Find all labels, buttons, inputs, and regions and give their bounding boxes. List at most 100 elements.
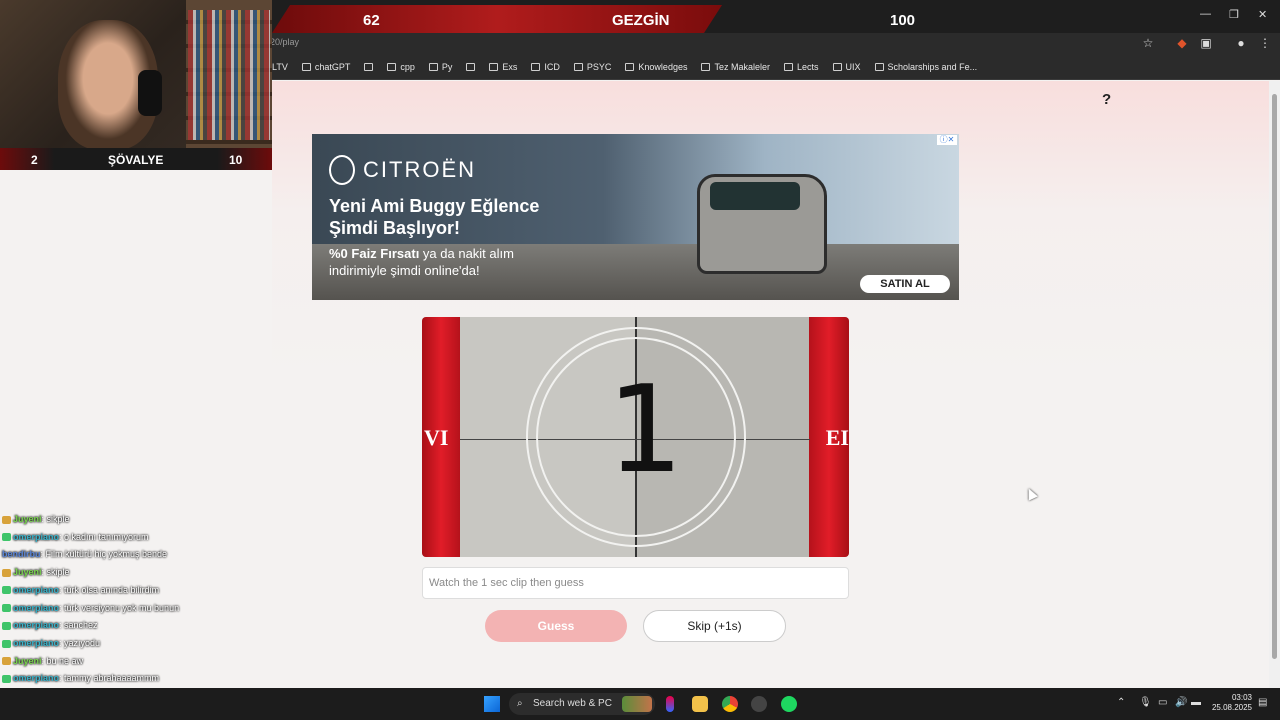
- bookmark-label: LTV: [272, 62, 288, 72]
- ad-headline: Yeni Ami Buggy Eğlence Şimdi Başlıyor!: [329, 196, 540, 238]
- video-clip[interactable]: VI EI 1: [422, 317, 849, 557]
- score-title: GEZGİN: [612, 12, 670, 29]
- extensions-puzzle-icon[interactable]: ▣: [1199, 36, 1213, 50]
- clip-text-right: EI: [825, 425, 849, 450]
- battery-icon[interactable]: ▬: [1191, 697, 1201, 708]
- network-icon[interactable]: ▭: [1158, 697, 1167, 708]
- score-right: 100: [890, 12, 916, 29]
- openai-icon: [301, 63, 311, 71]
- url-text[interactable]: 20/play: [270, 37, 299, 47]
- chat-username: omerpiano: [13, 673, 60, 684]
- skip-button[interactable]: Skip (+1s): [643, 610, 786, 642]
- ad-car-window: [710, 182, 800, 210]
- taskbar-clock[interactable]: 03:03 25.08.2025: [1210, 693, 1252, 713]
- folder-icon: [701, 63, 711, 71]
- copilot-icon: [387, 63, 397, 71]
- ad-subtext: %0 Faiz Fırsatı ya da nakit alım indirim…: [329, 245, 529, 279]
- chat-message: omerpiano: türk versiyonu yok mu bunun: [2, 600, 262, 618]
- chat-username: Juyeni: [13, 514, 42, 524]
- chat-message: omerpiano: tammy abrahaaaammm: [2, 670, 262, 688]
- folder-icon: [832, 63, 842, 71]
- chat-username: omerpiano: [13, 620, 60, 631]
- cam-score-right: 10: [229, 153, 243, 167]
- clock-time: 03:03: [1231, 693, 1252, 702]
- maximize-icon[interactable]: ❐: [1229, 8, 1239, 21]
- bookmark-item[interactable]: Py: [428, 62, 453, 72]
- chat-message: bendirbu: Film kültürü hiç yokmuş bende: [2, 546, 262, 564]
- bookmark-label: Scholarships and Fe...: [887, 62, 978, 72]
- bookmark-label: chatGPT: [314, 62, 351, 72]
- citroen-logo-icon: [329, 155, 355, 185]
- chat-badge-icon: [2, 568, 11, 577]
- minimize-icon[interactable]: —: [1200, 8, 1211, 20]
- chat-username: omerpiano: [13, 584, 60, 595]
- bookmark-item[interactable]: LTV: [272, 62, 288, 72]
- scrollbar-thumb[interactable]: [1272, 94, 1277, 659]
- spotify-icon[interactable]: [781, 696, 797, 712]
- bookmark-item[interactable]: PSYC: [573, 62, 611, 72]
- chat-text: : bu ne aw: [41, 655, 84, 666]
- tray-chevron-icon[interactable]: ⌃: [1117, 697, 1125, 708]
- cam-score-left: 2: [31, 153, 38, 167]
- taskbar-app-icon[interactable]: [666, 696, 674, 712]
- bookmark-item[interactable]: UIX: [832, 62, 861, 72]
- chat-message: omerpiano: yazıyodu: [2, 635, 262, 653]
- folder-icon: [573, 63, 583, 71]
- close-icon[interactable]: ✕: [1258, 8, 1267, 21]
- search-icon: ⌕: [517, 698, 523, 709]
- bookmark-label: cpp: [400, 62, 415, 72]
- chat-message: Juyeni: skiple: [2, 564, 262, 582]
- file-explorer-icon[interactable]: [692, 696, 708, 712]
- skull-icon: [466, 63, 476, 71]
- microphone-icon[interactable]: 🎙: [1139, 697, 1152, 708]
- bookmark-item[interactable]: [466, 63, 476, 71]
- countdown-number: 1: [607, 361, 684, 500]
- ad-cta-button[interactable]: SATIN AL: [860, 275, 950, 293]
- chat-username: omerpiano: [13, 602, 60, 613]
- chat-text: : yazıyodu: [59, 637, 101, 648]
- bookmark-item[interactable]: Exs: [489, 62, 517, 72]
- chat-username: omerpiano: [13, 637, 60, 648]
- bookmark-item[interactable]: Knowledges: [625, 62, 687, 72]
- chrome-icon[interactable]: [722, 696, 738, 712]
- bookmark-label: Lects: [797, 62, 819, 72]
- volume-icon[interactable]: 🔊: [1175, 697, 1187, 708]
- bookmark-item[interactable]: chatGPT: [301, 62, 351, 72]
- chat-text: : tammy abrahaaaammm: [59, 673, 160, 684]
- chat-text: : türk versiyonu yok mu bunun: [59, 602, 180, 613]
- bookmark-label: Py: [441, 62, 453, 72]
- bookmark-item[interactable]: cpp: [387, 62, 415, 72]
- chat-text: : türk olsa anında bilirdim: [59, 584, 160, 595]
- headset: [138, 70, 162, 116]
- chat-message: omerpiano: sanchez: [2, 617, 262, 635]
- taskbar-app-icon-2[interactable]: [751, 696, 767, 712]
- bookmark-label: ICD: [544, 62, 560, 72]
- bookmark-item[interactable]: ICD: [531, 62, 560, 72]
- chat-badge-icon: [2, 621, 11, 630]
- windows-start-icon[interactable]: [484, 696, 500, 712]
- chat-text: : Film kültürü hiç yokmuş bende: [40, 549, 168, 560]
- chat-text: : sanchez: [59, 620, 98, 631]
- bookmark-item[interactable]: Tez Makaleler: [701, 62, 770, 72]
- bookmark-item[interactable]: Scholarships and Fe...: [874, 62, 978, 72]
- ad-subtext-bold: %0 Faiz Fırsatı: [329, 246, 420, 261]
- bookmark-star-icon[interactable]: ☆: [1141, 36, 1155, 50]
- profile-icon[interactable]: ●: [1234, 36, 1248, 50]
- chat-username: bendirbu: [2, 549, 41, 560]
- webcam-feed: [0, 0, 272, 170]
- taskbar-widget-icon[interactable]: [622, 696, 652, 712]
- menu-kebab-icon[interactable]: ⋮: [1258, 36, 1272, 50]
- help-button[interactable]: ?: [1102, 91, 1111, 108]
- chat-badge-icon: [2, 639, 11, 648]
- bookmark-label: Exs: [502, 62, 518, 72]
- bookmark-item[interactable]: [364, 63, 374, 71]
- chat-badge-icon: [2, 586, 11, 595]
- extension-icon[interactable]: ◆: [1175, 36, 1189, 50]
- guess-input[interactable]: [422, 567, 849, 599]
- ad-brand: CITROËN: [329, 155, 476, 185]
- grid-icon: [364, 63, 374, 71]
- guess-button[interactable]: Guess: [485, 610, 627, 642]
- notification-icon[interactable]: ▤: [1258, 697, 1267, 708]
- ad-info-icon[interactable]: ⓘ✕: [937, 135, 957, 145]
- bookmark-item[interactable]: Lects: [784, 62, 819, 72]
